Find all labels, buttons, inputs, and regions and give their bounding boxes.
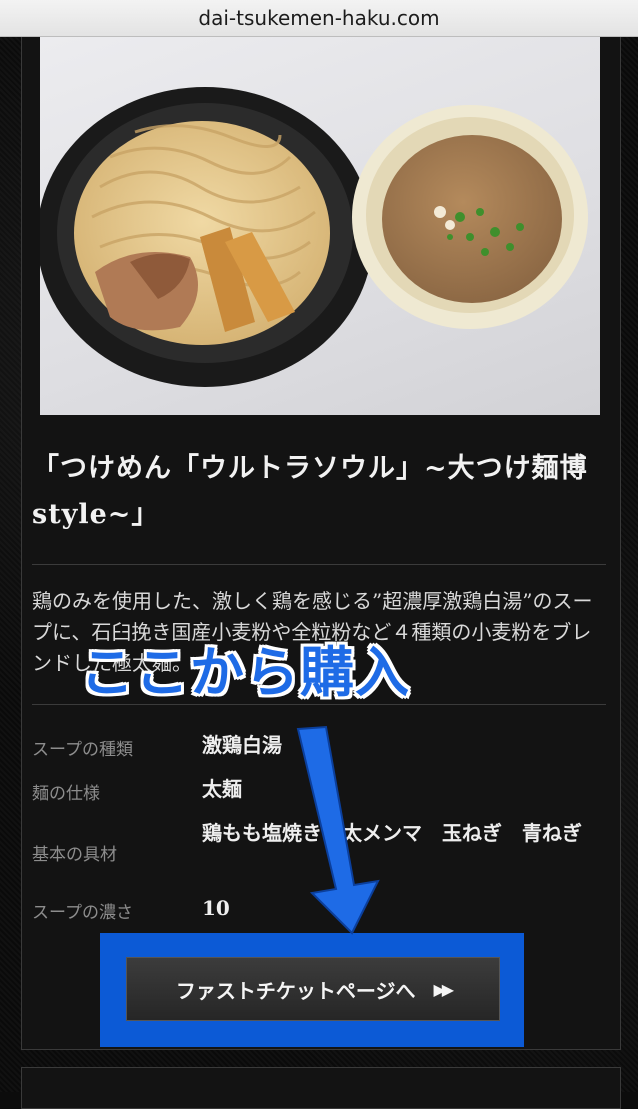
spec-value: 太麺 xyxy=(202,777,242,801)
spec-label: スープの濃さ xyxy=(32,903,133,923)
double-chevron-right-icon: ▶▶ xyxy=(433,979,455,999)
annotation-label: ここから購入 xyxy=(80,641,410,704)
annotation-arrow-icon xyxy=(296,725,380,935)
spec-label: 基本の具材 xyxy=(32,845,117,865)
spec-label: 麺の仕様 xyxy=(32,784,100,804)
spec-label: スープの種類 xyxy=(32,740,133,760)
product-title: 「つけめん「ウルトラソウル」~大つけ麺博style~」 xyxy=(32,453,588,530)
spec-value: 鶏もも塩焼き 太メンマ 玉ねぎ 青ねぎ xyxy=(202,821,582,845)
fast-ticket-button[interactable]: ファストチケットページへ ▶▶ xyxy=(126,957,500,1021)
url-text: dai-tsukemen-haku.com xyxy=(198,6,440,30)
product-photo xyxy=(40,37,600,415)
browser-url-bar[interactable]: dai-tsukemen-haku.com xyxy=(0,0,638,37)
fast-ticket-button-label: ファストチケットページへ xyxy=(175,978,416,1003)
spec-value: 激鶏白湯 xyxy=(202,733,282,757)
spec-value: 10 xyxy=(202,896,230,920)
divider xyxy=(32,564,606,565)
next-product-card xyxy=(21,1067,621,1109)
